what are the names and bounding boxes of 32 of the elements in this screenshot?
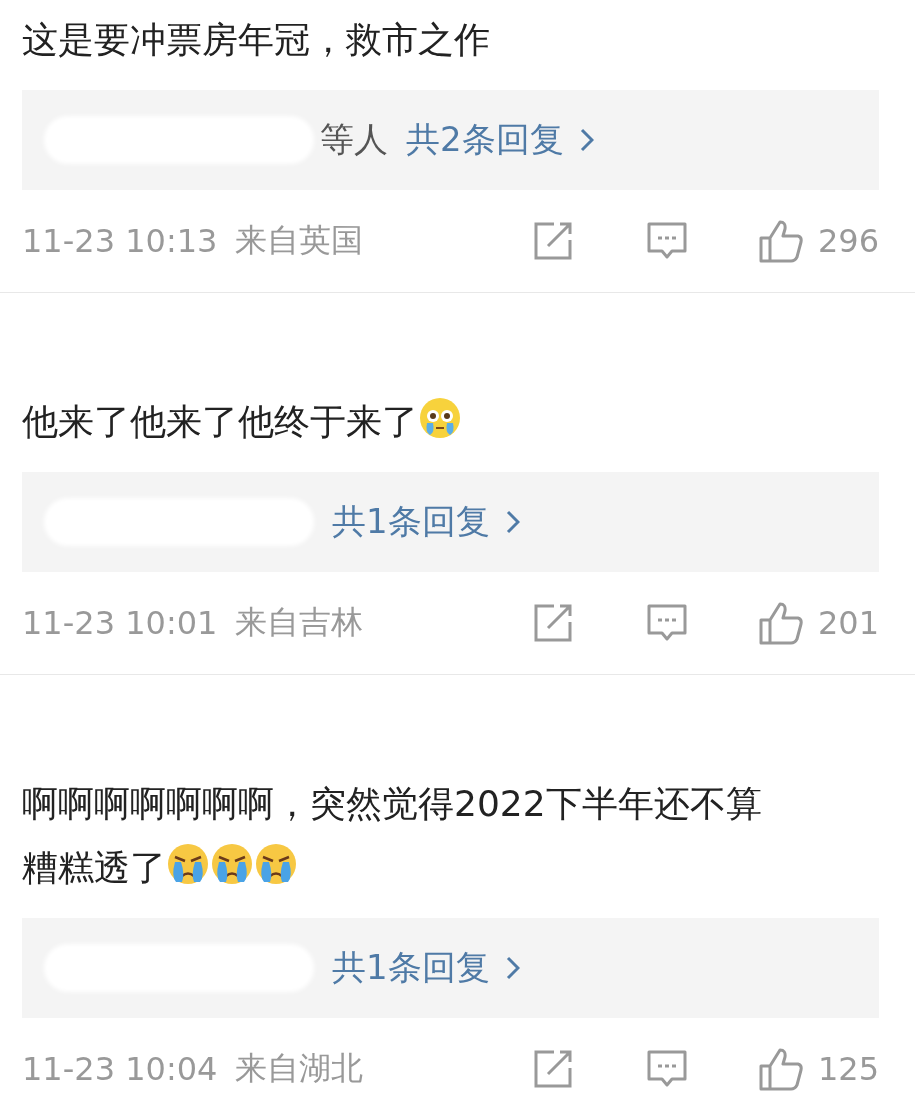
reply-users-suffix: 等人 [320, 118, 388, 161]
chevron-right-icon [579, 128, 594, 152]
comment-time: 11-23 10:13 [22, 222, 218, 260]
like-count: 201 [817, 604, 879, 642]
crying-face-icon [254, 842, 298, 886]
comment-icon[interactable] [645, 603, 688, 643]
reply-preview[interactable]: 等人 共2条回复 [22, 90, 879, 190]
view-replies-link[interactable]: 共1条回复 [332, 945, 520, 991]
comment-text: 他来了他来了他终于来了 [22, 390, 792, 454]
comment-location: 来自湖北 [235, 1048, 364, 1089]
reply-preview[interactable]: 共1条回复 [22, 918, 879, 1018]
reply-preview[interactable]: 共1条回复 [22, 472, 879, 572]
teary-face-icon [418, 396, 462, 440]
view-replies-link[interactable]: 共1条回复 [332, 499, 520, 545]
comment-icon[interactable] [645, 1049, 688, 1089]
view-replies-link[interactable]: 共2条回复 [406, 117, 594, 163]
like-count: 125 [817, 1050, 879, 1088]
chevron-right-icon [505, 510, 520, 534]
comment-time: 11-23 10:04 [22, 1050, 218, 1088]
crying-face-icon [166, 842, 210, 886]
crying-face-icon [210, 842, 254, 886]
like-count: 296 [817, 222, 879, 260]
thumbs-up-icon[interactable] [757, 600, 804, 646]
comment-location: 来自吉林 [235, 602, 364, 643]
comment-text: 这是要冲票房年冠，救市之作 [22, 18, 491, 62]
thumbs-up-icon[interactable] [757, 1046, 804, 1092]
comment-icon[interactable] [645, 221, 688, 261]
comment-time: 11-23 10:01 [22, 604, 218, 642]
thumbs-up-icon[interactable] [757, 218, 804, 264]
comment-location: 来自英国 [235, 220, 364, 261]
comment-text: 啊啊啊啊啊啊啊，突然觉得2022下半年还不算糟糕透了 [22, 782, 763, 890]
chevron-right-icon [505, 956, 520, 980]
